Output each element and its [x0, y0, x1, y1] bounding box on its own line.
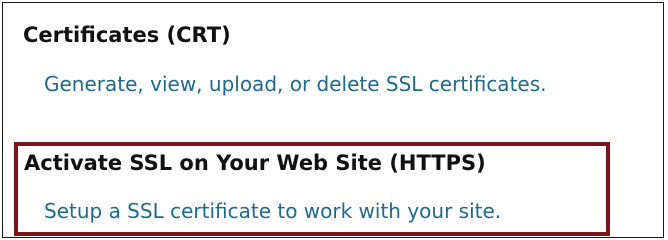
activate-ssl-link[interactable]: Setup a SSL certificate to work with you…: [44, 199, 501, 223]
certificates-crt-link[interactable]: Generate, view, upload, or delete SSL ce…: [44, 72, 547, 96]
activate-ssl-heading: Activate SSL on Your Web Site (HTTPS): [24, 151, 486, 175]
ssl-options-panel: Certificates (CRT) Generate, view, uploa…: [2, 2, 664, 238]
certificates-crt-heading: Certificates (CRT): [23, 23, 231, 47]
